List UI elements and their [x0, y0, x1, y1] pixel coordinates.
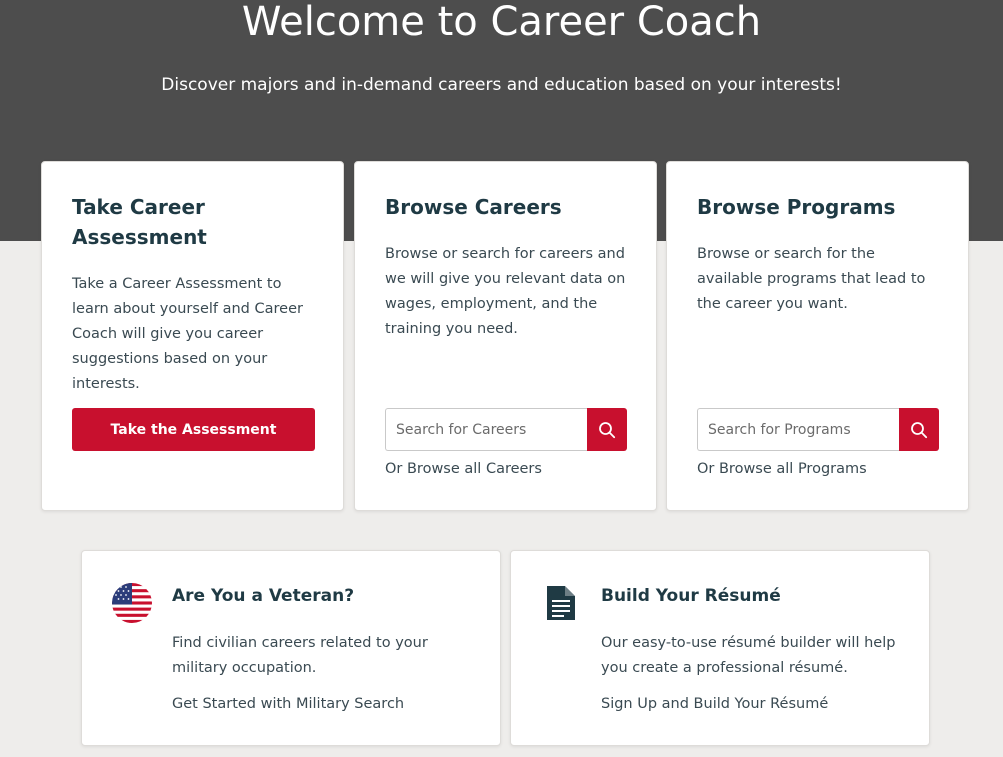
veteran-card-description: Find civilian careers related to your mi…: [172, 635, 428, 676]
browse-programs-card: Browse Programs Browse or search for the…: [666, 161, 969, 511]
build-resume-link[interactable]: Sign Up and Build Your Résumé: [601, 693, 828, 715]
browse-programs-title: Browse Programs: [697, 195, 896, 219]
programs-search-group: [697, 408, 939, 451]
programs-search-input[interactable]: [697, 408, 899, 451]
browse-careers-card: Browse Careers Browse or search for care…: [354, 161, 657, 511]
browse-all-careers-link[interactable]: Or Browse all Careers: [385, 458, 542, 480]
us-flag-icon: [112, 583, 152, 623]
assessment-card-title: Take Career Assessment: [72, 195, 207, 249]
veteran-card: Are You a Veteran? Find civilian careers…: [81, 550, 501, 746]
take-assessment-button[interactable]: Take the Assessment: [72, 408, 315, 451]
resume-card-description: Our easy-to-use résumé builder will help…: [601, 635, 896, 676]
page-title: Welcome to Career Coach: [241, 0, 762, 45]
assessment-card: Take Career Assessment Take a Career Ass…: [41, 161, 344, 511]
careers-search-group: [385, 408, 627, 451]
page-subtitle: Discover majors and in-demand careers an…: [161, 75, 842, 95]
search-icon: [911, 421, 928, 438]
browse-careers-description: Browse or search for careers and we will…: [385, 246, 626, 337]
browse-all-programs-link[interactable]: Or Browse all Programs: [697, 458, 867, 480]
browse-careers-title: Browse Careers: [385, 195, 562, 219]
browse-programs-description: Browse or search for the available progr…: [697, 246, 926, 312]
careers-search-input[interactable]: [385, 408, 587, 451]
resume-card: Build Your Résumé Our easy-to-use résumé…: [510, 550, 930, 746]
resume-card-title: Build Your Résumé: [601, 586, 781, 606]
programs-search-button[interactable]: [899, 408, 939, 451]
careers-search-button[interactable]: [587, 408, 627, 451]
military-search-link[interactable]: Get Started with Military Search: [172, 693, 404, 715]
search-icon: [599, 421, 616, 438]
veteran-card-title: Are You a Veteran?: [172, 586, 355, 606]
document-icon: [547, 586, 575, 620]
assessment-card-description: Take a Career Assessment to learn about …: [72, 276, 303, 392]
